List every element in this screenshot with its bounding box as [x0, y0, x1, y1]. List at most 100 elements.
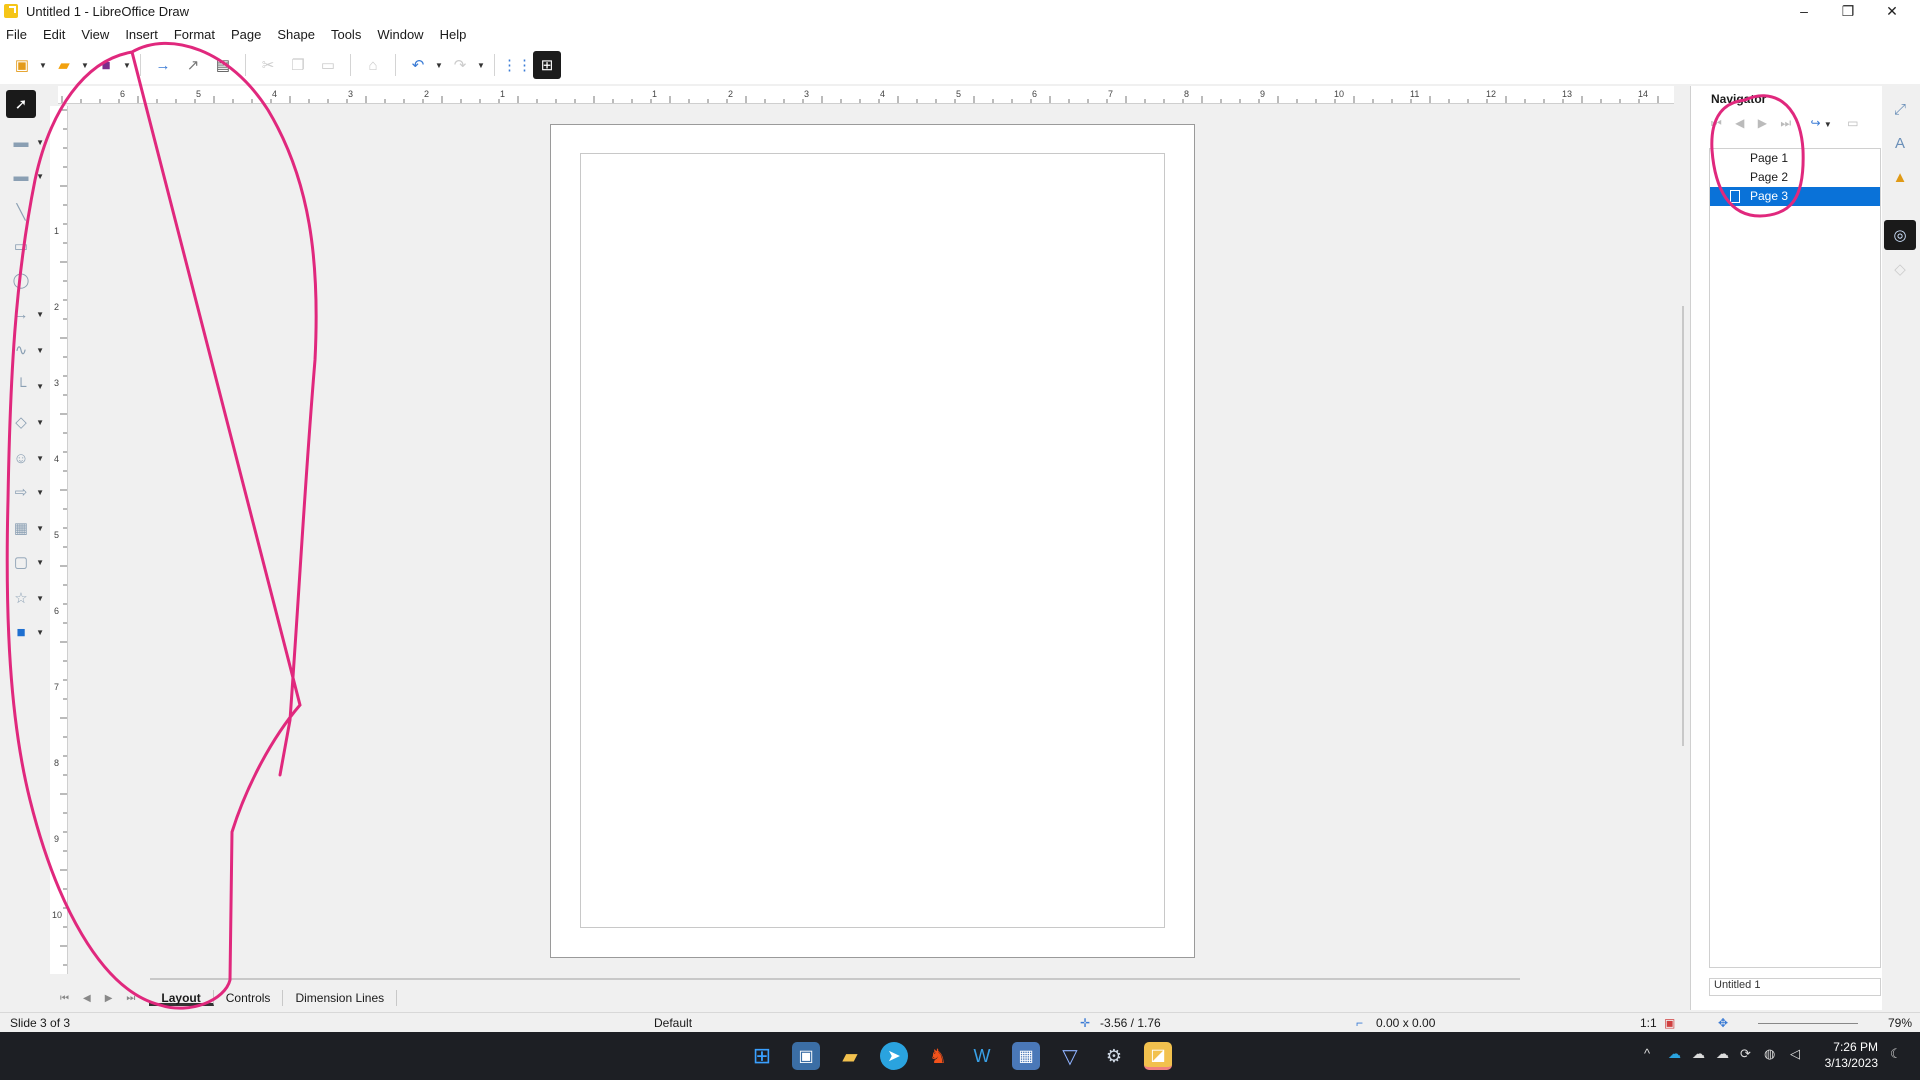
gallery-icon[interactable]: ▲: [1884, 162, 1916, 192]
zoom-level[interactable]: 79%: [1888, 1016, 1912, 1030]
system-clock[interactable]: 7:26 PM 3/13/2023: [1825, 1039, 1878, 1071]
save-dropdown[interactable]: ▼: [122, 51, 132, 79]
fit-page-icon[interactable]: ✥: [1718, 1016, 1728, 1030]
lines-arrows-icon[interactable]: → ▼: [6, 300, 45, 328]
navigator-page-3[interactable]: Page 3: [1710, 187, 1880, 206]
tab-controls[interactable]: Controls: [214, 990, 284, 1006]
navigator-page-1[interactable]: Page 1: [1710, 149, 1880, 168]
next-tab-icon[interactable]: ▶: [105, 993, 113, 1004]
fill-color-icon[interactable]: ▬ ▼: [6, 162, 45, 190]
helplines-icon[interactable]: ⊞: [533, 51, 561, 79]
shapes-filter-icon[interactable]: ▭: [1847, 116, 1858, 130]
undo-icon[interactable]: ↶: [404, 51, 432, 79]
start-icon[interactable]: ⊞: [748, 1042, 776, 1070]
clone-formatting-icon[interactable]: ⌂: [359, 51, 387, 79]
horizontal-scrollbar[interactable]: [150, 978, 1520, 980]
next-page-icon[interactable]: ▶: [1758, 116, 1767, 130]
vertical-ruler[interactable]: 1 2 3 4 5 6 7 8 9 10: [50, 106, 68, 974]
new-dropdown[interactable]: ▼: [38, 51, 48, 79]
navigator-page-2[interactable]: Page 2: [1710, 168, 1880, 187]
navigator-document-select[interactable]: Untitled 1: [1709, 978, 1881, 996]
sync-icon[interactable]: ⟳: [1740, 1046, 1751, 1062]
symbol-shapes-icon[interactable]: ☺ ▼: [6, 444, 44, 472]
telegram-icon[interactable]: ➤: [880, 1042, 908, 1070]
photos-icon[interactable]: ▣: [792, 1042, 820, 1070]
menu-insert[interactable]: Insert: [125, 27, 158, 42]
drag-mode-dropdown[interactable]: ▼: [1824, 120, 1832, 129]
menu-file[interactable]: File: [6, 27, 27, 42]
first-tab-icon[interactable]: ⏮: [60, 993, 69, 1004]
close-button[interactable]: ✕: [1870, 0, 1914, 22]
maximize-button[interactable]: ❐: [1826, 0, 1870, 22]
menu-edit[interactable]: Edit: [43, 27, 65, 42]
connectors-icon[interactable]: └ ▼: [6, 372, 44, 400]
menu-shape[interactable]: Shape: [277, 27, 315, 42]
speaker-icon[interactable]: ◁: [1790, 1046, 1800, 1062]
first-page-icon[interactable]: ⏮: [1711, 116, 1722, 130]
menu-help[interactable]: Help: [440, 27, 467, 42]
sidebar-scrollbar[interactable]: [1682, 306, 1684, 746]
export-pdf-icon[interactable]: ↗: [179, 51, 207, 79]
navigator-page-list[interactable]: Page 1 Page 2 Page 3: [1709, 148, 1881, 968]
zoom-slider[interactable]: [1758, 1023, 1858, 1024]
basic-shapes-icon[interactable]: ◇ ▼: [6, 408, 44, 436]
undo-dropdown[interactable]: ▼: [434, 51, 444, 79]
menu-window[interactable]: Window: [377, 27, 423, 42]
last-page-icon[interactable]: ⏭: [1780, 116, 1791, 130]
horizontal-ruler[interactable]: 6 5 4 3 2 1 1 2 3 4 5 6 7 8 9 10 11 12 1…: [58, 86, 1674, 104]
print-icon[interactable]: ▤: [209, 51, 237, 79]
line-color-icon[interactable]: ▬ ▼: [6, 128, 45, 156]
prev-page-icon[interactable]: ◀: [1735, 116, 1744, 130]
shapes-icon[interactable]: ◇: [1884, 254, 1916, 284]
libreoffice-draw-taskbar-icon[interactable]: ◪: [1144, 1042, 1172, 1070]
open-dropdown[interactable]: ▼: [80, 51, 90, 79]
menu-tools[interactable]: Tools: [331, 27, 361, 42]
line-icon[interactable]: ╲: [6, 198, 36, 226]
file-explorer-icon[interactable]: ▰: [836, 1042, 864, 1070]
tab-dimension-lines[interactable]: Dimension Lines: [283, 990, 398, 1006]
last-tab-icon[interactable]: ⏭: [126, 993, 135, 1004]
tab-layout[interactable]: Layout: [149, 990, 214, 1006]
stars-icon[interactable]: ☆ ▼: [6, 584, 44, 612]
export-icon[interactable]: →: [149, 51, 177, 79]
ruler-label: 4: [272, 89, 278, 99]
writer-app-icon[interactable]: W: [968, 1042, 996, 1070]
navigator-icon[interactable]: ◎: [1884, 220, 1916, 250]
globe-icon[interactable]: ◍: [1764, 1046, 1775, 1062]
onedrive-icon[interactable]: ☁: [1668, 1046, 1681, 1062]
brave-icon[interactable]: ♞: [924, 1042, 952, 1070]
curves-icon[interactable]: ∿ ▼: [6, 336, 44, 364]
prev-tab-icon[interactable]: ◀: [83, 993, 91, 1004]
grid-icon[interactable]: ⋮⋮: [502, 51, 532, 79]
drag-mode-icon[interactable]: ↪: [1810, 116, 1820, 130]
object-size: 0.00 x 0.00: [1376, 1016, 1436, 1030]
rectangle-icon[interactable]: ▭: [6, 232, 36, 260]
flowchart-icon[interactable]: ▦ ▼: [6, 514, 44, 542]
minimize-button[interactable]: –: [1782, 0, 1826, 22]
copy-icon[interactable]: ❐: [284, 51, 312, 79]
vpn-icon[interactable]: ▽: [1056, 1042, 1084, 1070]
menu-format[interactable]: Format: [174, 27, 215, 42]
chevron-up-icon[interactable]: ^: [1644, 1046, 1650, 1061]
paste-icon[interactable]: ▭: [314, 51, 342, 79]
ellipse-icon[interactable]: ◯: [6, 266, 36, 294]
sidebar-settings-icon[interactable]: ⤢: [1884, 94, 1916, 124]
chart-app-icon[interactable]: ▦: [1012, 1042, 1040, 1070]
save-icon[interactable]: ■: [92, 51, 120, 79]
properties-icon[interactable]: A: [1884, 128, 1916, 158]
steam-icon[interactable]: ⚙: [1100, 1042, 1128, 1070]
menu-view[interactable]: View: [81, 27, 109, 42]
redo-dropdown[interactable]: ▼: [476, 51, 486, 79]
select-icon[interactable]: ➚: [6, 90, 36, 118]
redo-icon[interactable]: ↷: [446, 51, 474, 79]
3d-objects-icon[interactable]: ■ ▼: [6, 618, 44, 646]
cut-icon[interactable]: ✂: [254, 51, 282, 79]
notifications-icon[interactable]: ☾: [1890, 1046, 1902, 1062]
menu-page[interactable]: Page: [231, 27, 261, 42]
cloud-icon[interactable]: ☁: [1692, 1046, 1705, 1062]
new-icon[interactable]: ▣: [8, 51, 36, 79]
callouts-icon[interactable]: ▢ ▼: [6, 548, 44, 576]
block-arrows-icon[interactable]: ⇨ ▼: [6, 478, 44, 506]
cloud-sync-icon[interactable]: ☁: [1716, 1046, 1729, 1062]
open-icon[interactable]: ▰: [50, 51, 78, 79]
